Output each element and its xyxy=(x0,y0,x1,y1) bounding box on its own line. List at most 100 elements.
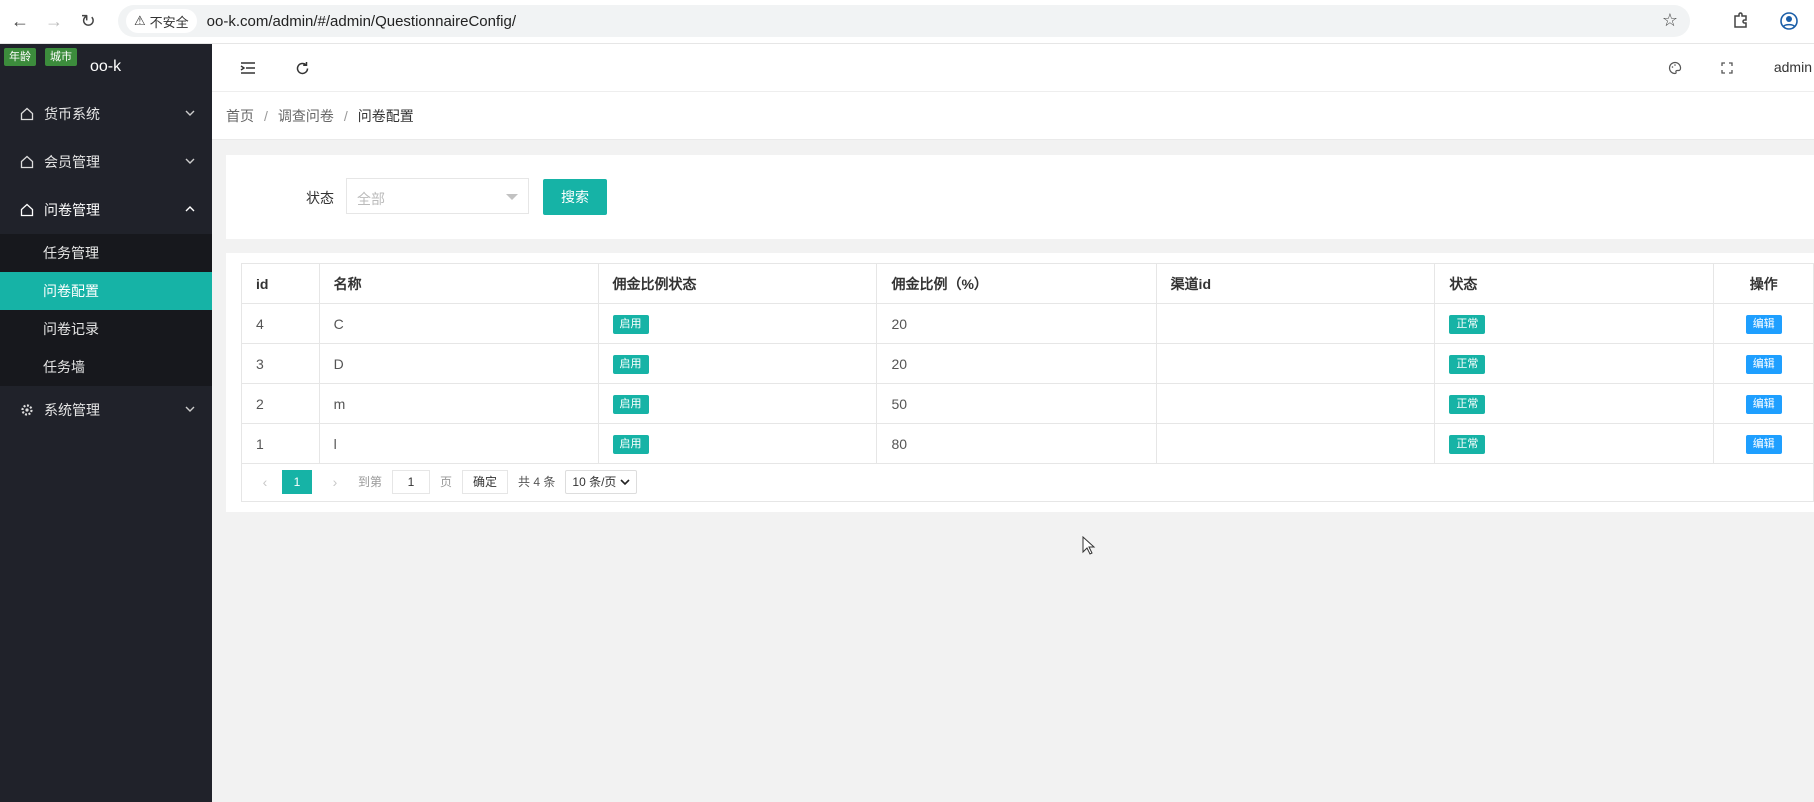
page-unit-label: 页 xyxy=(440,475,453,489)
sidebar-item-currency[interactable]: 货币系统 xyxy=(0,90,212,138)
chevron-down-icon xyxy=(185,406,195,412)
breadcrumb-home[interactable]: 首页 xyxy=(226,106,254,126)
cell-status: 正常 xyxy=(1434,303,1715,344)
sidebar: 年龄 城市 oo-k 货币系统 会员管理 问卷管理 任务管理 问卷配置 问卷记录… xyxy=(0,44,212,802)
cell-ratio: 20 xyxy=(876,303,1157,344)
breadcrumb-separator: / xyxy=(264,107,268,124)
chevron-down-icon xyxy=(185,110,195,116)
column-header-ratio[interactable]: 佣金比例（%） xyxy=(876,263,1157,304)
cell-actions: 编辑 xyxy=(1713,303,1814,344)
logo-text: oo-k xyxy=(90,58,122,75)
theme-palette-icon[interactable] xyxy=(1666,59,1684,77)
prev-page-icon[interactable]: ‹ xyxy=(256,474,274,490)
cell-actions: 编辑 xyxy=(1713,423,1814,464)
edit-button[interactable]: 编辑 xyxy=(1745,314,1782,334)
breadcrumb-separator: / xyxy=(343,107,348,124)
cell-channel-id xyxy=(1155,423,1436,464)
profile-icon[interactable] xyxy=(1776,8,1802,34)
status-badge: 正常 xyxy=(1449,434,1486,454)
page-current[interactable]: 1 xyxy=(282,469,312,494)
column-header-commission-status[interactable]: 佣金比例状态 xyxy=(597,263,878,304)
search-card: 状态 全部 搜索 xyxy=(226,155,1814,239)
sidebar-item-label: 问卷管理 xyxy=(44,202,100,218)
security-label: 不安全 xyxy=(149,14,189,30)
table-header-row: id 名称 佣金比例状态 佣金比例（%） 渠道id 状态 操作 xyxy=(241,263,1814,304)
warning-icon: ⚠ xyxy=(134,13,146,28)
cell-commission-status: 启用 xyxy=(597,343,878,384)
caret-down-icon xyxy=(506,194,518,200)
status-badge: 正常 xyxy=(1449,394,1486,414)
cell-ratio: 20 xyxy=(876,343,1157,384)
reload-icon[interactable]: ↻ xyxy=(74,8,102,36)
breadcrumb-survey[interactable]: 调查问卷 xyxy=(278,106,334,126)
logo-row: 年龄 城市 oo-k xyxy=(0,44,212,90)
page-size-select[interactable]: 10 条/页 xyxy=(565,469,638,494)
column-header-name[interactable]: 名称 xyxy=(318,263,599,304)
goto-confirm-button[interactable]: 确定 xyxy=(462,469,509,494)
page-size-value: 10 条/页 xyxy=(572,475,617,489)
cell-actions: 编辑 xyxy=(1713,343,1814,384)
table-row: 1 l 启用 80 正常 编辑 xyxy=(241,423,1814,464)
edit-button[interactable]: 编辑 xyxy=(1745,434,1782,454)
goto-page-input[interactable]: 1 xyxy=(392,469,431,494)
goto-label: 到第 xyxy=(358,475,383,489)
sidebar-item-task-wall[interactable]: 任务墙 xyxy=(0,348,212,386)
pagination: ‹ 1 › 到第 1 页 确定 共 4 条 10 条/页 xyxy=(241,462,1814,502)
table-row: 3 D 启用 20 正常 编辑 xyxy=(241,343,1814,384)
extensions-icon[interactable] xyxy=(1728,8,1754,34)
column-header-status[interactable]: 状态 xyxy=(1434,263,1715,304)
status-select[interactable]: 全部 xyxy=(346,178,529,214)
enabled-badge: 启用 xyxy=(612,434,649,454)
sidebar-item-questionnaire-config[interactable]: 问卷配置 xyxy=(0,272,212,310)
home-icon xyxy=(20,203,34,217)
sidebar-item-questionnaire-records[interactable]: 问卷记录 xyxy=(0,310,212,348)
status-filter-label: 状态 xyxy=(306,190,334,206)
enabled-badge: 启用 xyxy=(612,354,649,374)
cell-channel-id xyxy=(1155,303,1436,344)
sidebar-item-task-management[interactable]: 任务管理 xyxy=(0,234,212,272)
security-chip[interactable]: ⚠ 不安全 xyxy=(126,9,197,33)
address-bar[interactable]: ⚠ 不安全 oo-k.com/admin/#/admin/Questionnai… xyxy=(118,5,1690,37)
edit-button[interactable]: 编辑 xyxy=(1745,354,1782,374)
sidebar-item-system[interactable]: 系统管理 xyxy=(0,386,212,434)
cell-id: 2 xyxy=(241,383,320,424)
sidebar-item-members[interactable]: 会员管理 xyxy=(0,138,212,186)
url-text[interactable]: oo-k.com/admin/#/admin/QuestionnaireConf… xyxy=(207,13,516,30)
next-page-icon[interactable]: › xyxy=(326,474,344,490)
breadcrumb-current: 问卷配置 xyxy=(357,107,414,124)
home-icon xyxy=(20,107,34,121)
forward-icon[interactable]: → xyxy=(40,8,68,36)
menu-toggle-icon[interactable] xyxy=(239,59,257,77)
edit-button[interactable]: 编辑 xyxy=(1745,394,1782,414)
enabled-badge: 启用 xyxy=(612,314,649,334)
breadcrumb: 首页 / 调查问卷 / 问卷配置 xyxy=(212,92,1814,140)
gear-icon xyxy=(20,403,34,417)
search-button[interactable]: 搜索 xyxy=(543,179,607,215)
chevron-down-icon xyxy=(185,158,195,164)
cell-name: C xyxy=(318,303,599,344)
status-badge: 正常 xyxy=(1449,354,1486,374)
cell-name: D xyxy=(318,343,599,384)
cell-status: 正常 xyxy=(1434,383,1715,424)
column-header-channel-id[interactable]: 渠道id xyxy=(1155,263,1436,304)
user-name[interactable]: admin xyxy=(1774,59,1812,75)
back-icon[interactable]: ← xyxy=(6,8,34,36)
mouse-cursor-icon xyxy=(1082,536,1096,555)
cell-id: 4 xyxy=(241,303,320,344)
cell-status: 正常 xyxy=(1434,423,1715,464)
tag-city[interactable]: 城市 xyxy=(45,48,77,66)
table-row: 4 C 启用 20 正常 编辑 xyxy=(241,303,1814,344)
cell-ratio: 50 xyxy=(876,383,1157,424)
cell-commission-status: 启用 xyxy=(597,303,878,344)
bookmark-star-icon[interactable]: ☆ xyxy=(1662,10,1678,31)
tag-age[interactable]: 年龄 xyxy=(4,48,36,66)
status-select-value: 全部 xyxy=(357,191,385,207)
column-header-id[interactable]: id xyxy=(241,263,320,304)
sidebar-item-questionnaire[interactable]: 问卷管理 xyxy=(0,186,212,234)
home-icon xyxy=(20,155,34,169)
cell-name: l xyxy=(318,423,599,464)
fullscreen-icon[interactable] xyxy=(1718,59,1736,77)
refresh-icon[interactable] xyxy=(293,59,311,77)
table-card: id 名称 佣金比例状态 佣金比例（%） 渠道id 状态 操作 4 C 启用 2… xyxy=(226,253,1814,512)
cell-commission-status: 启用 xyxy=(597,423,878,464)
